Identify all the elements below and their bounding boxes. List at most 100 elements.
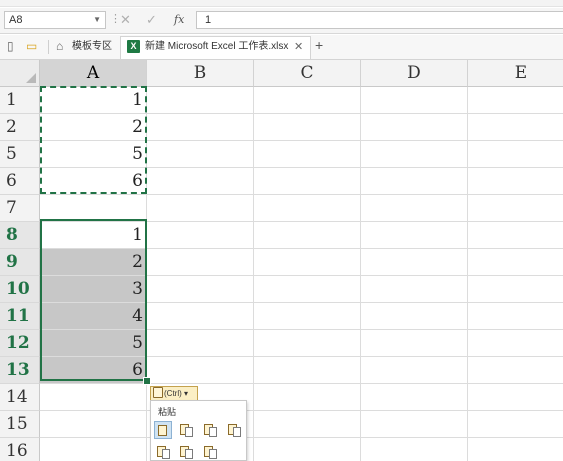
close-tab-icon[interactable]: ✕ (294, 40, 303, 54)
cell-a[interactable] (40, 438, 147, 461)
new-document-icon[interactable]: ▯ (7, 39, 14, 54)
cell-b[interactable] (147, 303, 254, 330)
cell-a[interactable]: 2 (40, 114, 147, 141)
cell-c[interactable] (254, 330, 361, 357)
name-box[interactable]: A8 ▼ (4, 11, 106, 29)
cell-a[interactable]: 2 (40, 249, 147, 276)
cell-d[interactable] (361, 168, 468, 195)
cell-e[interactable] (468, 195, 563, 222)
cell-d[interactable] (361, 87, 468, 114)
paste-link-icon[interactable] (201, 443, 219, 461)
row-header[interactable]: 14 (0, 384, 40, 411)
cell-d[interactable] (361, 330, 468, 357)
cell-d[interactable] (361, 195, 468, 222)
cell-c[interactable] (254, 438, 361, 461)
cell-a[interactable]: 6 (40, 168, 147, 195)
cell-d[interactable] (361, 411, 468, 438)
row-header[interactable]: 11 (0, 303, 40, 330)
cancel-icon[interactable]: ✕ (120, 11, 131, 28)
cell-a[interactable] (40, 411, 147, 438)
cell-d[interactable] (361, 438, 468, 461)
cell-d[interactable] (361, 303, 468, 330)
cell-e[interactable] (468, 438, 563, 461)
paste-options-button[interactable]: (Ctrl) ▾ (150, 386, 198, 401)
paste-formatting-icon[interactable] (225, 421, 243, 439)
row-header[interactable]: 13 (0, 357, 40, 384)
cell-d[interactable] (361, 222, 468, 249)
cell-b[interactable] (147, 249, 254, 276)
cell-d[interactable] (361, 114, 468, 141)
cell-c[interactable] (254, 384, 361, 411)
cell-a[interactable]: 1 (40, 222, 147, 249)
row-header[interactable]: 1 (0, 87, 40, 114)
cell-b[interactable] (147, 114, 254, 141)
cell-c[interactable] (254, 222, 361, 249)
cell-e[interactable] (468, 168, 563, 195)
cell-a[interactable]: 4 (40, 303, 147, 330)
row-header[interactable]: 16 (0, 438, 40, 461)
cell-c[interactable] (254, 357, 361, 384)
new-tab-icon[interactable]: + (315, 38, 323, 52)
cell-a[interactable] (40, 384, 147, 411)
cell-c[interactable] (254, 87, 361, 114)
cell-a[interactable] (40, 195, 147, 222)
row-header[interactable]: 7 (0, 195, 40, 222)
cell-d[interactable] (361, 384, 468, 411)
cell-c[interactable] (254, 411, 361, 438)
column-header-e[interactable]: E (468, 60, 563, 87)
cell-a[interactable]: 6 (40, 357, 147, 384)
paste-icon[interactable] (154, 421, 172, 439)
open-folder-icon[interactable]: ▭ (26, 39, 37, 54)
cell-e[interactable] (468, 249, 563, 276)
tab-workbook-label[interactable]: 新建 Microsoft Excel 工作表.xlsx (145, 40, 288, 54)
cell-e[interactable] (468, 87, 563, 114)
row-header[interactable]: 9 (0, 249, 40, 276)
cell-e[interactable] (468, 303, 563, 330)
cell-b[interactable] (147, 87, 254, 114)
column-header-c[interactable]: C (254, 60, 361, 87)
confirm-icon[interactable]: ✓ (146, 11, 157, 28)
cell-b[interactable] (147, 168, 254, 195)
cell-a[interactable]: 5 (40, 141, 147, 168)
cell-e[interactable] (468, 330, 563, 357)
cell-e[interactable] (468, 141, 563, 168)
column-header-a[interactable]: A (40, 60, 147, 87)
cell-b[interactable] (147, 141, 254, 168)
row-header[interactable]: 10 (0, 276, 40, 303)
paste-no-borders-icon[interactable] (154, 443, 172, 461)
cell-b[interactable] (147, 222, 254, 249)
cell-c[interactable] (254, 195, 361, 222)
paste-transpose-icon[interactable] (177, 443, 195, 461)
cell-d[interactable] (361, 141, 468, 168)
column-header-d[interactable]: D (361, 60, 468, 87)
paste-values-icon[interactable] (201, 421, 219, 439)
row-header[interactable]: 8 (0, 222, 40, 249)
cell-c[interactable] (254, 303, 361, 330)
cell-b[interactable] (147, 276, 254, 303)
tab-template-zone[interactable]: 模板专区 (72, 40, 112, 54)
cell-c[interactable] (254, 141, 361, 168)
cell-b[interactable] (147, 330, 254, 357)
paste-formulas-icon[interactable] (177, 421, 195, 439)
cell-c[interactable] (254, 276, 361, 303)
cell-b[interactable] (147, 195, 254, 222)
cell-e[interactable] (468, 357, 563, 384)
formula-input[interactable]: 1 (196, 11, 563, 29)
row-header[interactable]: 5 (0, 141, 40, 168)
cell-e[interactable] (468, 276, 563, 303)
cell-e[interactable] (468, 411, 563, 438)
column-header-b[interactable]: B (147, 60, 254, 87)
cell-a[interactable]: 3 (40, 276, 147, 303)
cell-b[interactable] (147, 357, 254, 384)
cell-c[interactable] (254, 249, 361, 276)
select-all-corner[interactable] (0, 60, 40, 87)
cell-c[interactable] (254, 168, 361, 195)
row-header[interactable]: 12 (0, 330, 40, 357)
cell-a[interactable]: 5 (40, 330, 147, 357)
cell-e[interactable] (468, 384, 563, 411)
row-header[interactable]: 6 (0, 168, 40, 195)
name-box-dropdown-icon[interactable]: ▼ (93, 12, 101, 28)
cell-e[interactable] (468, 222, 563, 249)
cell-c[interactable] (254, 114, 361, 141)
row-header[interactable]: 2 (0, 114, 40, 141)
